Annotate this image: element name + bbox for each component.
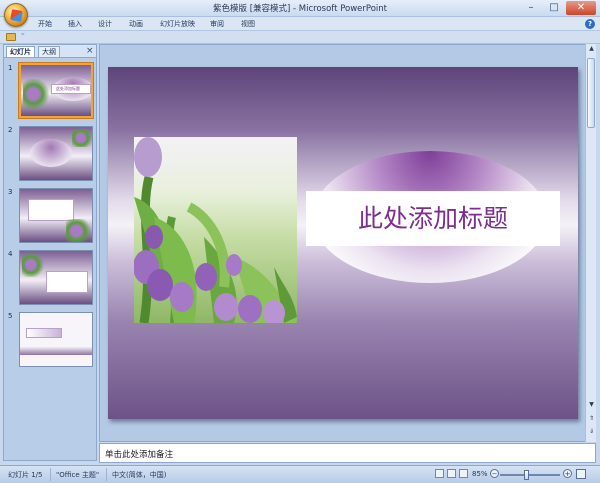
ribbon-tab-bar: 开始 插入 设计 动画 幻灯片放映 审阅 视图 ? (0, 17, 600, 31)
zoom-in-icon[interactable]: + (563, 469, 572, 478)
zoom-slider[interactable] (500, 474, 560, 476)
thumbnail-title: 此处添加标题 (56, 86, 80, 91)
slides-pane: 幻灯片 大纲 × 1 此处添加标题 2 3 4 5 (3, 44, 97, 461)
tab-review[interactable]: 审阅 (210, 19, 224, 29)
slide-thumbnail-1[interactable]: 此处添加标题 (19, 63, 93, 118)
next-slide-icon[interactable]: ⇓ (587, 427, 596, 436)
scroll-up-icon[interactable]: ▲ (587, 45, 596, 54)
slide-title[interactable]: 此处添加标题 (306, 199, 560, 235)
scroll-down-icon[interactable]: ▼ (587, 400, 596, 409)
flower-thumbnail-image (22, 253, 44, 277)
notes-placeholder[interactable]: 单击此处添加备注 (105, 448, 173, 460)
tab-home[interactable]: 开始 (38, 19, 52, 29)
tab-slideshow[interactable]: 幻灯片放映 (160, 19, 195, 29)
open-folder-icon[interactable] (6, 33, 16, 41)
slide-number: 1 (8, 64, 13, 72)
slide-number: 3 (8, 188, 13, 196)
slide-editor[interactable]: 此处添加标题 (99, 44, 596, 442)
zoom-slider-thumb[interactable] (524, 470, 529, 480)
thumbnail-content-box (46, 271, 88, 293)
thumbnail-content-box (26, 328, 62, 338)
language-indicator[interactable]: 中文(简体，中国) (112, 470, 166, 480)
slide-number: 5 (8, 312, 13, 320)
tulip-illustration (134, 137, 297, 323)
maximize-button[interactable]: □ (543, 1, 565, 15)
tab-slides[interactable]: 幻灯片 (6, 46, 35, 57)
pane-tab-bar: 幻灯片 大纲 × (4, 45, 96, 58)
flower-thumbnail-image (72, 129, 92, 147)
slide-count: 幻灯片 1/5 (8, 471, 43, 479)
close-pane-icon[interactable]: × (86, 46, 94, 56)
status-separator (50, 468, 51, 481)
window-title: 紫色模版 [兼容模式] - Microsoft PowerPoint (213, 4, 387, 14)
office-button[interactable] (4, 3, 28, 27)
customize-toolbar-icon[interactable]: ⁼ (21, 32, 25, 40)
slide-sorter-icon[interactable] (447, 469, 456, 478)
flower-thumbnail-image (66, 219, 92, 242)
slide-number: 2 (8, 126, 13, 134)
office-logo-icon (10, 9, 23, 22)
close-button[interactable]: ✕ (566, 1, 596, 15)
tab-outline[interactable]: 大纲 (38, 46, 60, 57)
vertical-scrollbar[interactable]: ▲ ▼ ⇑ ⇓ (585, 44, 596, 442)
notes-pane[interactable]: 单击此处添加备注 (99, 443, 596, 463)
thumbnail-band (20, 347, 92, 355)
slide-number: 4 (8, 250, 13, 258)
slide-thumbnail-4[interactable] (19, 250, 93, 305)
thumbnail-content-box (28, 199, 74, 221)
slide-canvas[interactable]: 此处添加标题 (108, 67, 578, 419)
slideshow-view-icon[interactable] (459, 469, 468, 478)
minimize-button[interactable]: – (520, 1, 542, 15)
zoom-out-icon[interactable]: − (490, 469, 499, 478)
slide-thumbnail-5[interactable] (19, 312, 93, 367)
thumbnail-background (20, 313, 92, 366)
thumbnail-list: 1 此处添加标题 2 3 4 5 (4, 59, 96, 460)
previous-slide-icon[interactable]: ⇑ (587, 414, 596, 423)
tab-insert[interactable]: 插入 (68, 19, 82, 29)
quick-access-toolbar: ⁼ (0, 31, 600, 44)
help-icon[interactable]: ? (585, 19, 595, 29)
normal-view-icon[interactable] (435, 469, 444, 478)
tab-animations[interactable]: 动画 (129, 19, 143, 29)
fit-to-window-icon[interactable] (576, 469, 586, 479)
slide-thumbnail-3[interactable] (19, 188, 93, 243)
title-bar: 紫色模版 [兼容模式] - Microsoft PowerPoint – □ ✕ (0, 0, 600, 27)
zoom-level[interactable]: 85% (472, 470, 488, 478)
slide-thumbnail-2[interactable] (19, 126, 93, 181)
status-separator (106, 468, 107, 481)
theme-name[interactable]: "Office 主题" (56, 470, 99, 480)
tab-view[interactable]: 视图 (241, 19, 255, 29)
tulip-photo-image[interactable] (134, 137, 297, 323)
scrollbar-thumb[interactable] (587, 58, 595, 128)
flower-thumbnail-image (23, 79, 49, 109)
status-bar: 幻灯片 1/5 "Office 主题" 中文(简体，中国) 85% − + (0, 465, 600, 483)
thumbnail-ellipse (30, 139, 72, 167)
tab-design[interactable]: 设计 (98, 19, 112, 29)
